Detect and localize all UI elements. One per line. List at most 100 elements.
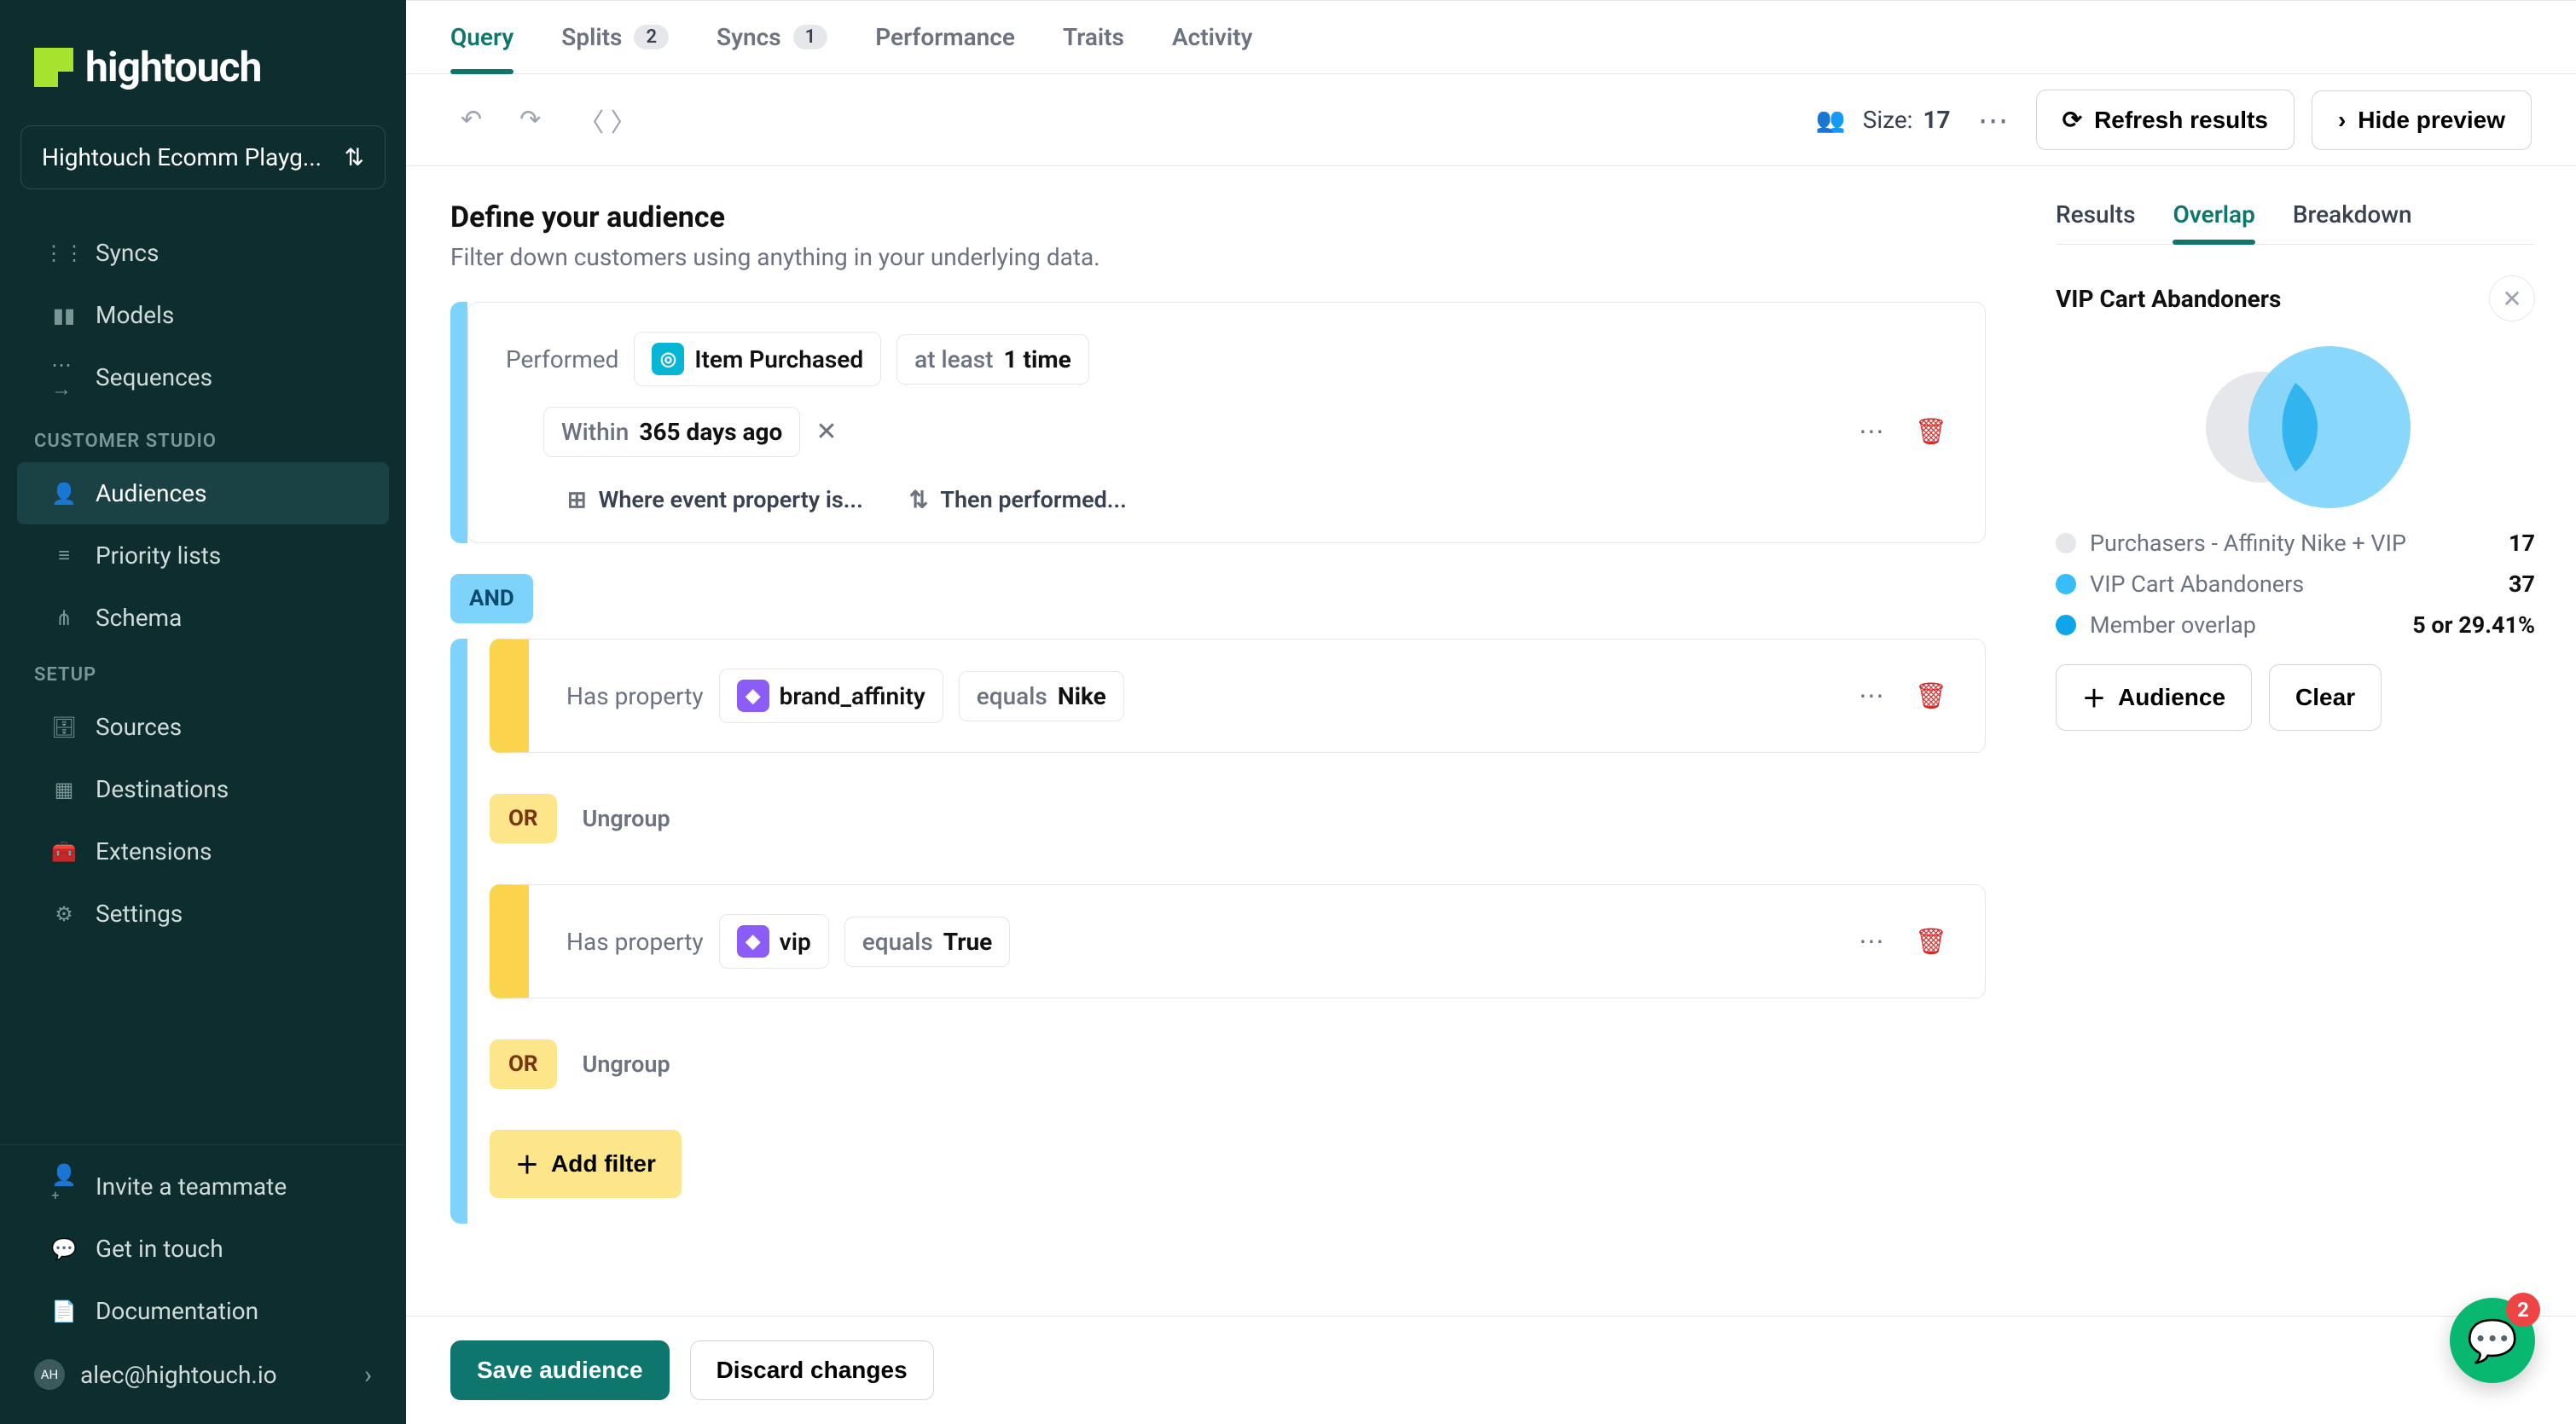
audience-builder: Define your audience Filter down custome… <box>406 166 2030 1316</box>
frequency-chip[interactable]: at least 1 time <box>896 334 1089 385</box>
chevron-right-icon: › <box>364 1360 372 1390</box>
preview-tab-breakdown[interactable]: Breakdown <box>2293 200 2412 244</box>
delete-rule-button-2[interactable]: 🗑 <box>1915 681 1947 711</box>
discard-changes-button[interactable]: Discard changes <box>690 1340 934 1400</box>
main-tabs: Query Splits2 Syncs1 Performance Traits … <box>406 1 2576 74</box>
sidebar-bottom: 👤⁺Invite a teammate 💬Get in touch 📄Docum… <box>0 1144 406 1424</box>
preview-tab-results[interactable]: Results <box>2056 200 2135 244</box>
tab-performance[interactable]: Performance <box>875 1 1015 73</box>
legend-dot-icon <box>2056 533 2076 553</box>
rule-more-menu-3[interactable]: ⋯ <box>1859 927 1884 957</box>
ungroup-button-1[interactable]: Ungroup <box>583 805 670 832</box>
nav-destinations[interactable]: ▦Destinations <box>17 758 389 820</box>
invite-icon: 👤⁺ <box>51 1174 77 1200</box>
toolbar: ↶ ↷ 〈 〉 👥 Size: 17 ⋯ ⟳Refresh results ›H… <box>406 74 2576 166</box>
nav-audiences[interactable]: 👤Audiences <box>17 462 389 524</box>
delete-rule-button[interactable]: 🗑 <box>1915 417 1947 447</box>
rule-more-menu-2[interactable]: ⋯ <box>1859 681 1884 711</box>
then-performed-button[interactable]: ⇅Then performed... <box>909 486 1127 513</box>
refresh-icon: ⟳ <box>2063 106 2082 134</box>
legend-row: Member overlap5 or 29.41% <box>2056 611 2535 639</box>
people-icon: 👥 <box>1816 106 1846 134</box>
add-audience-button[interactable]: ＋Audience <box>2056 664 2252 731</box>
schema-icon: ⋔ <box>51 605 77 631</box>
tab-query[interactable]: Query <box>450 1 513 73</box>
models-icon: ▮▮ <box>51 303 77 328</box>
chat-unread-badge: 2 <box>2506 1293 2540 1327</box>
or-connector-2[interactable]: OR <box>490 1039 557 1089</box>
workspace-selector[interactable]: Hightouch Ecomm Playg... ⇅ <box>20 125 386 189</box>
where-event-property-button[interactable]: ⊞Where event property is... <box>567 486 863 513</box>
equals-chip-true[interactable]: equals True <box>844 917 1011 967</box>
property-chip-brand-affinity[interactable]: ◆brand_affinity <box>719 669 943 723</box>
event-chip[interactable]: ◎Item Purchased <box>634 332 881 386</box>
save-audience-button[interactable]: Save audience <box>450 1340 670 1400</box>
legend-dot-icon <box>2056 615 2076 635</box>
property-chip-vip[interactable]: ◆vip <box>719 914 829 969</box>
priority-icon: ≡ <box>51 543 77 569</box>
nav-sequences[interactable]: ⋯→Sequences <box>17 346 389 408</box>
tab-splits[interactable]: Splits2 <box>561 1 669 73</box>
user-email: alec@hightouch.io <box>80 1361 277 1389</box>
audiences-icon: 👤 <box>51 481 77 507</box>
nav-contact[interactable]: 💬Get in touch <box>17 1218 389 1280</box>
nav-sources[interactable]: 🗄Sources <box>17 696 389 758</box>
rule-group-1: Performed ◎Item Purchased at least 1 tim… <box>450 302 1986 543</box>
sources-icon: 🗄 <box>51 715 77 740</box>
builder-title: Define your audience <box>450 200 1986 234</box>
rule-card-performed: Performed ◎Item Purchased at least 1 tim… <box>467 302 1986 543</box>
nav-syncs[interactable]: ⋮⋮Syncs <box>17 222 389 284</box>
rule-card-brand-affinity: Has property ◆brand_affinity equals Nike… <box>490 639 1986 753</box>
main: Query Splits2 Syncs1 Performance Traits … <box>406 0 2576 1424</box>
nav-header-setup: SETUP <box>0 649 406 696</box>
nav-models[interactable]: ▮▮Models <box>17 284 389 346</box>
close-overlap-button[interactable]: ✕ <box>2489 275 2535 321</box>
chevron-right-icon: › <box>2338 107 2346 134</box>
plus-icon: ＋ <box>515 1147 539 1181</box>
nav-docs[interactable]: 📄Documentation <box>17 1280 389 1342</box>
logo-icon <box>34 48 73 87</box>
or-connector-1[interactable]: OR <box>490 794 557 843</box>
logo[interactable]: hightouch <box>0 0 406 125</box>
chat-icon: 💬 <box>51 1236 77 1262</box>
intercom-launcher[interactable]: 💬 2 <box>2450 1298 2535 1383</box>
and-connector[interactable]: AND <box>450 574 533 623</box>
nav-invite[interactable]: 👤⁺Invite a teammate <box>17 1155 389 1218</box>
hide-preview-button[interactable]: ›Hide preview <box>2312 90 2532 150</box>
nav-schema[interactable]: ⋔Schema <box>17 587 389 649</box>
venn-diagram <box>2056 342 2535 512</box>
nav-priority-lists[interactable]: ≡Priority lists <box>17 524 389 587</box>
remove-within-button[interactable]: ✕ <box>815 417 837 447</box>
user-menu[interactable]: AH alec@hightouch.io › <box>0 1342 406 1407</box>
tab-traits[interactable]: Traits <box>1063 1 1124 73</box>
overlap-legend: Purchasers - Affinity Nike + VIP17 VIP C… <box>2056 530 2535 639</box>
undo-button[interactable]: ↶ <box>450 98 492 142</box>
tab-syncs[interactable]: Syncs1 <box>717 1 827 73</box>
ungroup-button-2[interactable]: Ungroup <box>583 1051 670 1078</box>
nav-settings[interactable]: ⚙Settings <box>17 883 389 945</box>
legend-row: Purchasers - Affinity Nike + VIP17 <box>2056 530 2535 557</box>
chat-icon: 💬 <box>2467 1317 2518 1365</box>
property-icon: ◆ <box>737 925 769 958</box>
delete-rule-button-3[interactable]: 🗑 <box>1915 927 1947 957</box>
clear-button[interactable]: Clear <box>2269 664 2382 731</box>
has-property-label-1: Has property <box>566 682 704 710</box>
preview-tab-overlap[interactable]: Overlap <box>2173 200 2254 244</box>
tab-activity[interactable]: Activity <box>1172 1 1253 73</box>
redo-button[interactable]: ↷ <box>509 98 551 142</box>
workspace-name: Hightouch Ecomm Playg... <box>42 143 322 171</box>
add-filter-button[interactable]: ＋Add filter <box>490 1130 682 1198</box>
nav-extensions[interactable]: 🧰Extensions <box>17 820 389 883</box>
legend-dot-icon <box>2056 574 2076 594</box>
within-chip[interactable]: Within 365 days ago <box>543 407 800 457</box>
event-icon: ◎ <box>652 343 684 375</box>
more-menu[interactable]: ⋯ <box>1968 102 2019 138</box>
plus-square-icon: ⊞ <box>567 486 587 513</box>
code-toggle-button[interactable]: 〈 〉 <box>568 95 646 146</box>
chevron-updown-icon: ⇅ <box>345 143 364 171</box>
rule-more-menu[interactable]: ⋯ <box>1859 417 1884 447</box>
legend-row: VIP Cart Abandoners37 <box>2056 570 2535 598</box>
equals-chip-nike[interactable]: equals Nike <box>959 671 1124 721</box>
user-avatar: AH <box>34 1359 65 1390</box>
refresh-results-button[interactable]: ⟳Refresh results <box>2036 90 2295 150</box>
